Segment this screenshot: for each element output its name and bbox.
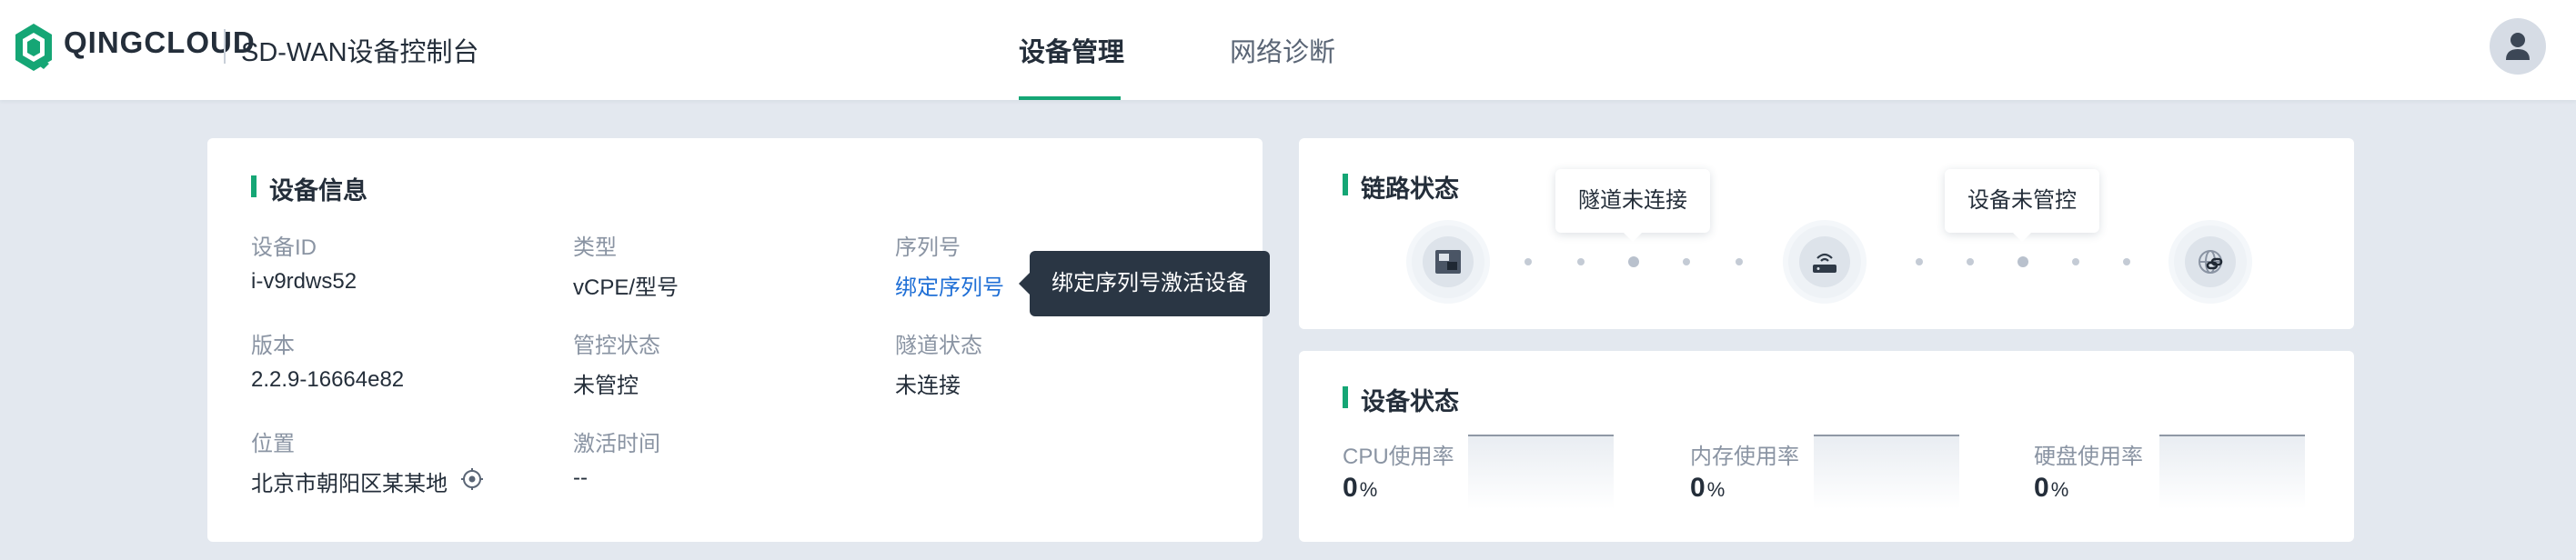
cpu-usage-unit: % (1359, 478, 1378, 501)
active-tab-indicator (1019, 96, 1121, 100)
memory-usage-label: 内存使用率 (1690, 445, 1799, 469)
memory-usage-unit: % (1706, 478, 1726, 501)
cloud-link-node (2174, 225, 2247, 298)
disk-usage-unit: % (2050, 478, 2069, 501)
control-status-value: 未管控 (573, 374, 639, 398)
cloud-link-icon (2199, 250, 2223, 274)
locate-icon[interactable] (460, 467, 484, 491)
cpu-usage-label: CPU使用率 (1343, 445, 1454, 469)
link-dot (2123, 258, 2130, 265)
link-status-title: 链路状态 (1343, 169, 1459, 205)
disk-usage-label: 硬盘使用率 (2034, 445, 2143, 469)
tab-network-diagnosis[interactable]: 网络诊断 (1230, 31, 1335, 69)
device-id-value: i-v9rdws52 (251, 269, 357, 294)
router-icon (1813, 253, 1836, 273)
product-title: SD-WAN设备控制台 (241, 38, 479, 67)
control-status-label: 管控状态 (573, 334, 660, 358)
memory-usage-value: 0% (1690, 473, 1726, 503)
router-node (1788, 225, 1861, 298)
memory-usage-sparkline (1814, 435, 1959, 509)
version-label: 版本 (251, 334, 295, 358)
device-id-label: 设备ID (251, 235, 317, 260)
link-dot (1577, 258, 1585, 265)
link-dot (2072, 258, 2079, 265)
link-dot-active (1628, 256, 1639, 267)
tab-device-management[interactable]: 设备管理 (1019, 31, 1124, 69)
link-status-card: 链路状态 隧道未连接 设备未管控 (1299, 138, 2354, 329)
qingcloud-logo-icon (15, 24, 52, 71)
link-dot-active (2018, 256, 2028, 267)
header-divider (224, 29, 226, 64)
activation-time-label: 激活时间 (573, 432, 660, 456)
top-header: QINGCLOUD SD-WAN设备控制台 设备管理 网络诊断 (0, 0, 2576, 100)
control-status-bubble: 设备未管控 (1945, 169, 2099, 242)
tunnel-status-value: 未连接 (895, 374, 961, 398)
device-info-card: 设备信息 设备ID i-v9rdws52 类型 vCPE/型号 序列号 绑定序列… (207, 138, 1263, 542)
location-value: 北京市朝阳区某某地 (251, 472, 448, 496)
tunnel-status-label: 隧道状态 (895, 334, 982, 358)
type-value: vCPE/型号 (573, 275, 679, 300)
link-dot (1967, 258, 1974, 265)
device-node (1412, 225, 1484, 298)
cpu-usage-sparkline (1468, 435, 1614, 509)
link-dot (1683, 258, 1690, 265)
device-status-card: 设备状态 CPU使用率 0% 内存使用率 0% 硬盘使用率 0% (1299, 351, 2354, 542)
cpu-usage-value: 0% (1343, 473, 1378, 503)
user-avatar[interactable] (2490, 18, 2546, 75)
tunnel-status-bubble: 隧道未连接 (1555, 169, 1710, 242)
disk-usage-value: 0% (2034, 473, 2069, 503)
link-dot (1524, 258, 1532, 265)
serial-label: 序列号 (895, 235, 961, 260)
version-value: 2.2.9-16664e82 (251, 367, 405, 392)
location-label: 位置 (251, 432, 295, 456)
disk-usage-sparkline (2159, 435, 2305, 509)
brand-name: QINGCLOUD (64, 25, 256, 59)
link-dot (1916, 258, 1923, 265)
type-label: 类型 (573, 235, 617, 260)
bind-serial-link[interactable]: 绑定序列号 (895, 269, 1004, 301)
link-dot (1736, 258, 1743, 265)
device-info-title: 设备信息 (251, 171, 367, 206)
serial-tooltip: 绑定序列号激活设备 (1019, 251, 1270, 316)
device-icon (1435, 250, 1461, 274)
device-status-title: 设备状态 (1343, 382, 1459, 417)
user-icon (2506, 33, 2530, 60)
activation-time-value: -- (573, 465, 588, 490)
